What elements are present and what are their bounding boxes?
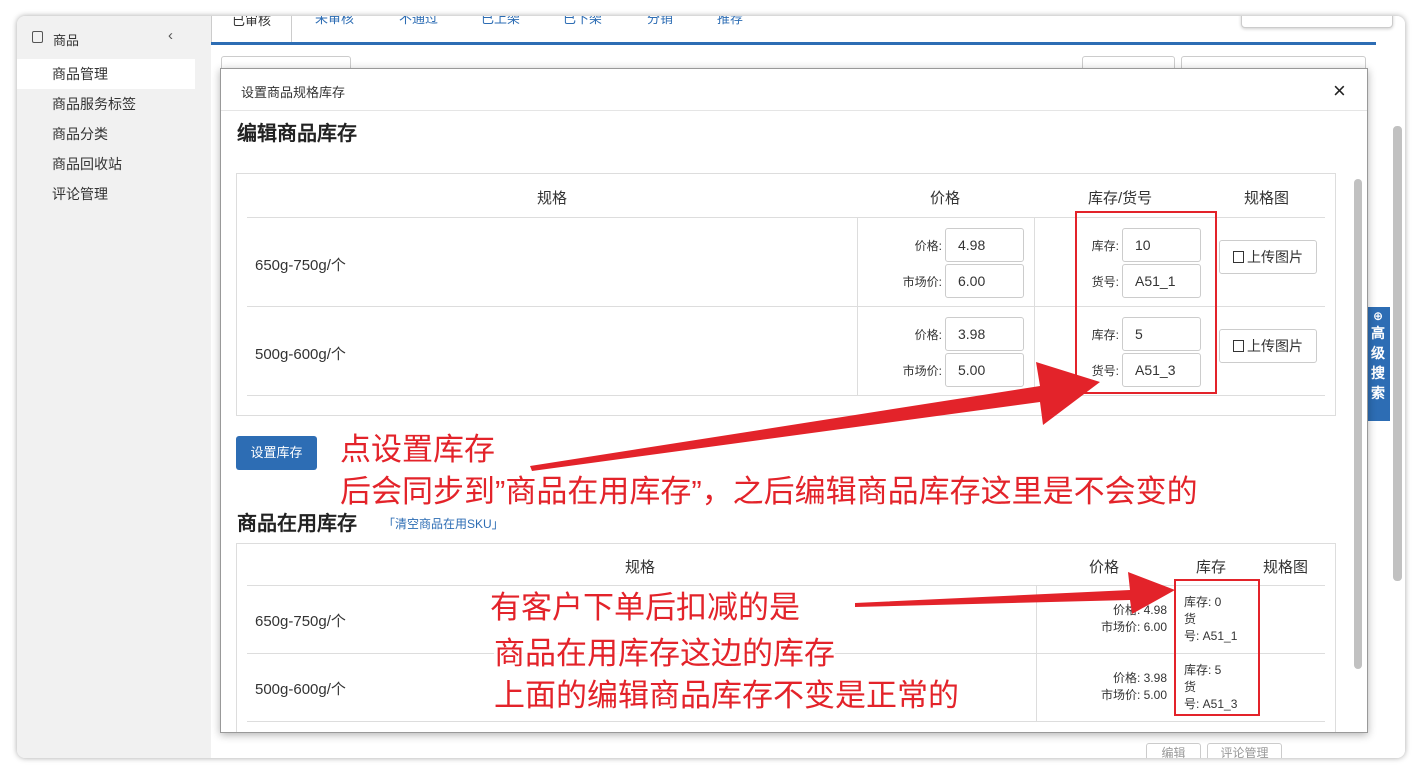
top-right-control[interactable] [1241,16,1393,28]
sidebar-item-recycle-bin[interactable]: 商品回收站 [17,149,195,179]
tab-on-shelf[interactable]: 已上架 [481,16,520,27]
row-spec: 500g-600g/个 [255,346,346,363]
divider [247,395,1325,396]
edit-button[interactable]: 编辑 [1146,743,1201,758]
price-input[interactable]: 4.98 [945,228,1024,262]
sidebar-item-product-management[interactable]: 商品管理 [17,59,195,89]
tab-approved[interactable]: 已审核 [211,16,293,42]
col-price: 价格 [1089,559,1120,576]
row-spec: 650g-750g/个 [255,257,346,274]
set-stock-button[interactable]: 设置库存 [236,436,317,470]
tab-pending[interactable]: 未审核 [315,16,354,27]
image-icon [1233,251,1244,263]
market-price-label: 市场价: [902,364,942,378]
active-stock-heading: 商品在用库存 [237,513,357,535]
upload-label: 上传图片 [1247,249,1303,265]
price-label: 价格: [914,239,942,253]
price-label: 价格: [914,328,942,342]
row-market-price: 市场价: 6.00 [1100,620,1167,634]
highlight-box [1174,579,1260,716]
col-spec: 规格 [625,559,656,576]
highlight-box [1075,211,1217,394]
sidebar-group-header[interactable]: 商品 ‹ [17,26,195,52]
sidebar-item-service-tags[interactable]: 商品服务标签 [17,89,195,119]
tab-recommended[interactable]: 推荐 [717,16,743,27]
row-market-price: 市场价: 5.00 [1100,688,1167,702]
close-icon[interactable]: × [1333,78,1346,104]
row-price: 价格: 4.98 [1112,603,1167,617]
upload-image-button[interactable]: 上传图片 [1219,240,1317,274]
comments-button[interactable]: 评论管理 [1207,743,1282,758]
sidebar-item-categories[interactable]: 商品分类 [17,119,195,149]
col-price: 价格 [930,190,961,207]
sidebar-item-reviews[interactable]: 评论管理 [17,179,195,209]
upload-image-button[interactable]: 上传图片 [1219,329,1317,363]
advanced-search-button[interactable]: ⊕ 高级搜索 [1366,307,1390,421]
divider [857,217,858,395]
annotation-text-line: 后会同步到”商品在用库存”，之后编辑商品库存这里是不会变的 [340,474,1198,510]
row-price: 价格: 3.98 [1112,671,1167,685]
divider [247,585,1325,586]
annotation-text-line: 商品在用库存这边的库存 [494,636,835,672]
price-input[interactable]: 3.98 [945,317,1024,351]
chevron-left-icon[interactable]: ‹ [168,27,173,44]
sidebar-group-label: 商品 [53,33,80,48]
market-price-input[interactable]: 6.00 [945,264,1024,298]
divider [247,721,1325,722]
upload-label: 上传图片 [1247,338,1303,354]
divider [1036,585,1037,721]
modal-header: 设置商品规格库存 × [221,69,1367,111]
col-spec: 规格 [537,190,568,207]
zoom-icon: ⊕ [1372,309,1384,323]
edit-stock-panel: 规格 价格 库存/货号 规格图 650g-750g/个 价格: 4.98 市场价… [236,173,1336,416]
tab-off-shelf[interactable]: 已下架 [563,16,602,27]
tab-rejected[interactable]: 不通过 [399,16,438,27]
stock-modal: 设置商品规格库存 × 编辑商品库存 规格 价格 库存/货号 规格图 650g-7… [220,68,1368,733]
clear-sku-link[interactable]: 「清空商品在用SKU」 [383,515,504,532]
row-spec: 650g-750g/个 [255,613,346,630]
tab-distribution[interactable]: 分销 [647,16,673,27]
annotation-text-line: 点设置库存 [340,432,495,468]
modal-scrollbar[interactable] [1354,179,1362,669]
divider [1034,217,1035,395]
product-icon [32,31,43,43]
col-spec-image: 规格图 [1244,190,1290,207]
modal-title: 设置商品规格库存 [241,85,346,100]
col-stock: 库存 [1196,559,1227,576]
col-spec-image: 规格图 [1263,559,1309,576]
row-spec: 500g-600g/个 [255,681,346,698]
page-scrollbar[interactable] [1393,126,1402,581]
annotation-text-line: 上面的编辑商品库存不变是正常的 [494,678,959,714]
edit-stock-heading: 编辑商品库存 [237,123,357,145]
col-stock-sku: 库存/货号 [1088,190,1153,207]
sidebar: 商品 ‹ 商品管理 商品服务标签 商品分类 商品回收站 评论管理 [17,16,195,758]
advanced-search-label: 高级搜索 [1371,325,1385,401]
market-price-input[interactable]: 5.00 [945,353,1024,387]
image-icon [1233,340,1244,352]
status-tabs: 已审核 未审核 不通过 已上架 已下架 分销 推荐 [211,16,1376,45]
market-price-label: 市场价: [902,275,942,289]
annotation-text-line: 有客户下单后扣减的是 [490,590,800,626]
